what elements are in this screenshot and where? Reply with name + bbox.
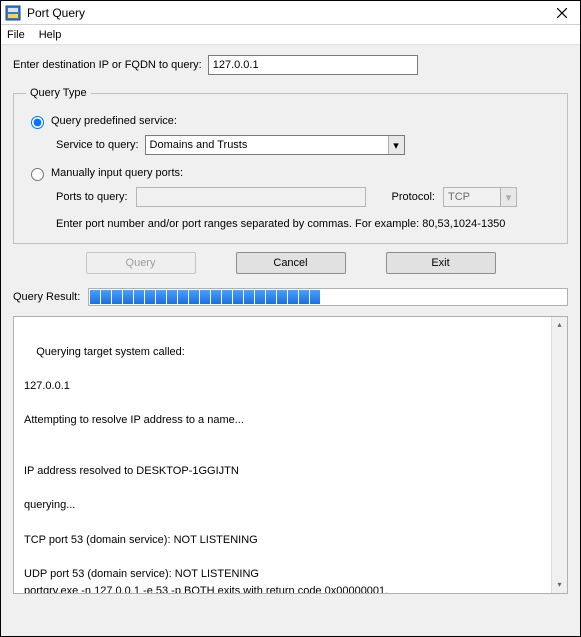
- query-result-label: Query Result:: [13, 291, 80, 303]
- query-type-group: Query Type Query predefined service: Ser…: [13, 87, 568, 244]
- scroll-down-icon: ▾: [552, 577, 567, 593]
- window-title: Port Query: [27, 6, 548, 20]
- scroll-up-icon: ▴: [552, 317, 567, 333]
- service-label: Service to query:: [56, 139, 139, 151]
- radio-manual-label: Manually input query ports:: [51, 167, 183, 179]
- scrollbar[interactable]: ▴ ▾: [551, 317, 567, 593]
- titlebar: Port Query: [1, 1, 580, 25]
- ports-input[interactable]: [136, 187, 366, 207]
- chevron-down-icon: ▾: [388, 136, 404, 154]
- menu-file[interactable]: File: [7, 29, 25, 41]
- exit-button[interactable]: Exit: [386, 252, 496, 274]
- radio-predefined[interactable]: [31, 116, 44, 129]
- close-button[interactable]: [548, 3, 576, 23]
- menubar: File Help: [1, 25, 580, 45]
- app-icon: [5, 5, 21, 21]
- query-button[interactable]: Query: [86, 252, 196, 274]
- result-text: Querying target system called: 127.0.0.1…: [24, 346, 388, 594]
- cancel-button[interactable]: Cancel: [236, 252, 346, 274]
- radio-predefined-label: Query predefined service:: [51, 115, 177, 127]
- service-select[interactable]: [145, 135, 405, 155]
- destination-input[interactable]: [208, 55, 418, 75]
- radio-manual[interactable]: [31, 168, 44, 181]
- protocol-label: Protocol:: [392, 191, 435, 203]
- destination-label: Enter destination IP or FQDN to query:: [13, 59, 202, 71]
- ports-label: Ports to query:: [56, 191, 128, 203]
- ports-hint: Enter port number and/or port ranges sep…: [56, 217, 555, 233]
- progress-bar: [88, 288, 568, 306]
- close-icon: [557, 8, 567, 18]
- query-type-legend: Query Type: [26, 87, 91, 99]
- chevron-down-icon: ▾: [500, 188, 516, 206]
- menu-help[interactable]: Help: [39, 29, 62, 41]
- result-output: Querying target system called: 127.0.0.1…: [13, 316, 568, 594]
